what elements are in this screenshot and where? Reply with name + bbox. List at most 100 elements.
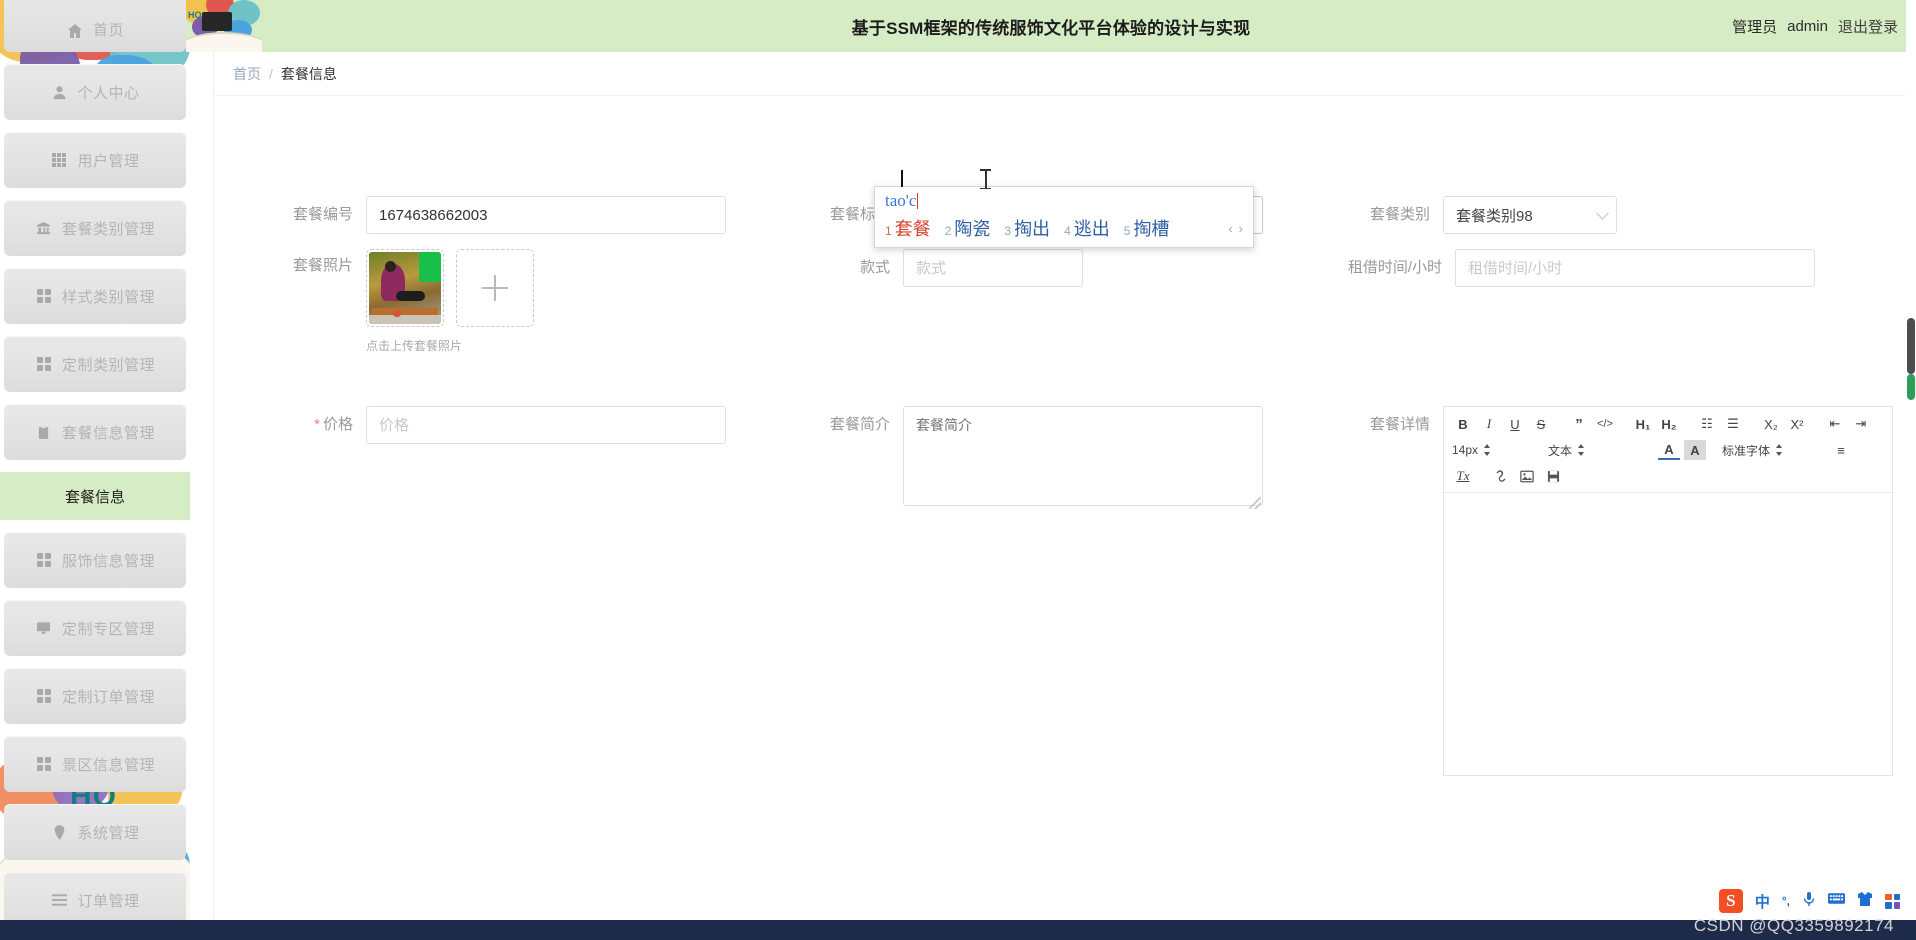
link-icon[interactable] [1490, 466, 1512, 486]
code-block-icon[interactable]: </> [1594, 414, 1616, 434]
bullet-list-icon[interactable]: ☰ [1722, 414, 1744, 434]
block-type-dropdown[interactable]: 文本 [1548, 440, 1642, 460]
sidebar-subitem-package-info[interactable]: 套餐信息 [0, 472, 190, 520]
blockquote-icon[interactable]: ” [1568, 414, 1590, 434]
sidebar-item-profile[interactable]: 个人中心 [4, 64, 186, 120]
grid-icon [35, 551, 53, 569]
user-icon [50, 83, 68, 101]
sidebar-item-scenic-info-management[interactable]: 景区信息管理 [4, 736, 186, 792]
uploaded-photo-thumbnail[interactable] [366, 249, 444, 327]
sidebar-item-custom-order-management[interactable]: 定制订单管理 [4, 668, 186, 724]
rent-hours-input[interactable] [1455, 249, 1815, 287]
sidebar-item-custom-category-management[interactable]: 定制类别管理 [4, 336, 186, 392]
label-package-photo: 套餐照片 [292, 257, 353, 274]
keyboard-icon[interactable] [1828, 892, 1845, 910]
sogou-logo-icon[interactable]: S [1718, 889, 1743, 913]
photo-upload-hint: 点击上传套餐照片 [366, 339, 463, 353]
indent-icon[interactable]: ⇥ [1850, 414, 1872, 434]
ime-candidate-3[interactable]: 3 掏出 [1004, 215, 1050, 241]
scrollbar-thumb[interactable] [1907, 318, 1915, 374]
sidebar-item-style-category-management[interactable]: 样式类别管理 [4, 268, 186, 324]
bank-icon [35, 219, 53, 237]
clear-format-icon[interactable]: Tx [1452, 466, 1474, 486]
os-taskbar[interactable] [0, 920, 1916, 940]
package-code-input[interactable] [366, 196, 726, 234]
microphone-icon[interactable] [1802, 891, 1816, 912]
sidebar-item-label: 定制类别管理 [61, 356, 155, 374]
ime-candidate-4[interactable]: 4 逃出 [1064, 215, 1110, 241]
breadcrumb-separator: / [269, 65, 273, 82]
font-family-dropdown[interactable]: 标准字体 [1722, 440, 1814, 460]
package-category-select[interactable]: 套餐类别98 [1443, 196, 1617, 234]
text-color-icon[interactable]: A [1658, 440, 1680, 460]
grid-icon [35, 287, 53, 305]
ime-candidate-1[interactable]: 1 套餐 [885, 215, 931, 241]
font-size-dropdown[interactable]: 14px [1452, 440, 1532, 460]
apps-icon[interactable] [1885, 893, 1900, 909]
scrollbar-thumb-secondary[interactable] [1907, 374, 1915, 400]
subscript-icon[interactable]: X₂ [1760, 414, 1782, 434]
font-family-value: 标准字体 [1722, 443, 1771, 458]
logout-button[interactable]: 退出登录 [1838, 16, 1898, 37]
sidebar[interactable]: 首页 个人中心 用户管理 套餐类别管理 样式类别管理 定制类别管理 套餐信息管理… [0, 0, 190, 940]
rich-text-editor[interactable]: B I U S ” </> H₁ H₂ ☷ ☰ X₂ X² ⇤ ⇥ 14px 文… [1443, 406, 1893, 776]
package-intro-textarea[interactable] [903, 406, 1263, 506]
style-input[interactable] [903, 249, 1083, 287]
spinner-icon [1776, 444, 1783, 456]
ime-pinyin-value: tao'c [885, 191, 917, 210]
sidebar-item-package-info-management[interactable]: 套餐信息管理 [4, 404, 186, 460]
label-package-intro: 套餐简介 [829, 416, 890, 433]
sidebar-item-clothing-info-management[interactable]: 服饰信息管理 [4, 532, 186, 588]
sidebar-item-home[interactable]: 首页 [4, 0, 186, 52]
breadcrumb-home[interactable]: 首页 [233, 64, 261, 84]
sidebar-item-label: 景区信息管理 [61, 756, 155, 774]
label-package-detail: 套餐详情 [1369, 416, 1430, 433]
sidebar-subitem-label: 套餐信息 [64, 488, 125, 506]
ime-candidate-word: 掏槽 [1133, 219, 1170, 239]
sidebar-item-label: 定制订单管理 [61, 688, 155, 706]
field-package-code: 套餐编号 [262, 196, 726, 234]
ime-candidate-window[interactable]: tao'c 1 套餐 2 陶瓷 3 掏出 4 逃出 5 掏槽 ‹ › [874, 186, 1254, 248]
text-caret [901, 170, 903, 187]
ime-prev-page-icon[interactable]: ‹ [1228, 221, 1232, 236]
superscript-icon[interactable]: X² [1786, 414, 1808, 434]
header-user-area: 管理员 admin 退出登录 [1732, 16, 1898, 37]
ime-next-page-icon[interactable]: › [1239, 221, 1243, 236]
strikethrough-icon[interactable]: S [1530, 414, 1552, 434]
italic-icon[interactable]: I [1478, 414, 1500, 434]
sidebar-item-package-category-management[interactable]: 套餐类别管理 [4, 200, 186, 256]
ime-candidate-2[interactable]: 2 陶瓷 [945, 215, 991, 241]
spinner-icon [1578, 444, 1585, 456]
punctuation-icon[interactable]: °, [1782, 894, 1790, 908]
align-icon[interactable]: ≡ [1830, 440, 1852, 460]
image-icon[interactable] [1516, 466, 1538, 486]
add-photo-button[interactable] [456, 249, 534, 327]
heading-1-icon[interactable]: H₁ [1632, 414, 1654, 434]
ime-candidate-word: 套餐 [894, 219, 931, 239]
heading-2-icon[interactable]: H₂ [1658, 414, 1680, 434]
sidebar-item-user-management[interactable]: 用户管理 [4, 132, 186, 188]
sidebar-item-label: 样式类别管理 [61, 288, 155, 306]
video-icon[interactable] [1542, 466, 1564, 486]
background-color-icon[interactable]: A [1684, 440, 1706, 460]
label-price-text: 价格 [322, 416, 353, 433]
ime-candidate-5[interactable]: 5 掏槽 [1124, 215, 1170, 241]
bold-icon[interactable]: B [1452, 414, 1474, 434]
outdent-icon[interactable]: ⇤ [1824, 414, 1846, 434]
price-input[interactable] [366, 406, 726, 444]
grid-icon [35, 755, 53, 773]
sidebar-item-custom-zone-management[interactable]: 定制专区管理 [4, 600, 186, 656]
skin-icon[interactable] [1857, 891, 1873, 911]
resize-handle-icon[interactable] [1249, 497, 1261, 509]
language-mode-icon[interactable]: 中 [1755, 891, 1770, 912]
ordered-list-icon[interactable]: ☷ [1696, 414, 1718, 434]
editor-content-area[interactable] [1444, 493, 1892, 775]
page-scrollbar[interactable] [1906, 0, 1916, 940]
label-style: 款式 [859, 259, 890, 276]
sidebar-item-system-management[interactable]: 系统管理 [4, 804, 186, 860]
sidebar-item-label: 首页 [92, 22, 124, 39]
csdn-watermark: CSDN @QQ3359892174 [1693, 916, 1894, 935]
sogou-ime-toolbar[interactable]: S 中 °, [1718, 888, 1900, 914]
underline-icon[interactable]: U [1504, 414, 1526, 434]
sidebar-item-label: 服饰信息管理 [61, 552, 155, 570]
